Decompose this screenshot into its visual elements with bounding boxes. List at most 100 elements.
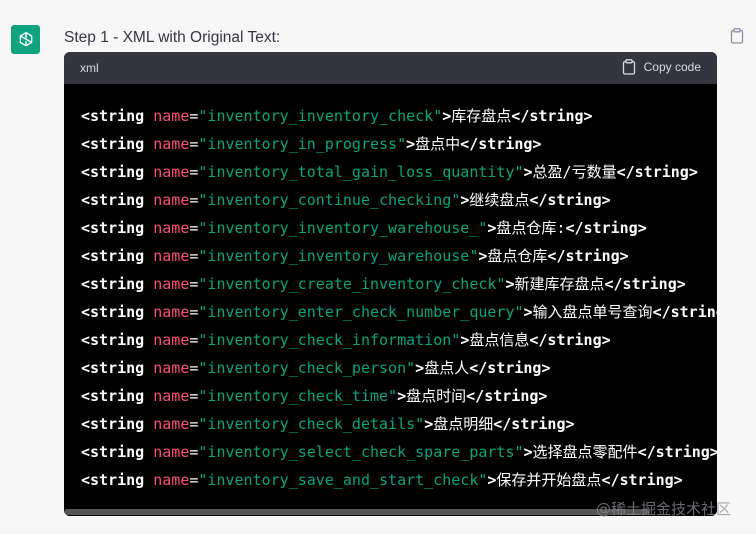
xml-open-tag: <string [81, 275, 154, 293]
xml-text-content: 盘点人 [424, 359, 470, 377]
xml-close-tag: </string> [466, 387, 548, 405]
xml-text-content: 盘点明细 [433, 415, 494, 433]
xml-text-content: 新建库存盘点 [514, 275, 605, 293]
xml-text-content: 盘点信息 [469, 331, 530, 349]
xml-tag-end: > [460, 331, 470, 349]
code-block: xml Copy code <string name="inventory_in… [64, 52, 717, 516]
xml-open-tag: <string [81, 191, 154, 209]
xml-open-tag: <string [81, 387, 154, 405]
code-body[interactable]: <string name="inventory_inventory_check"… [64, 84, 717, 508]
xml-close-tag: </string> [469, 359, 551, 377]
xml-open-tag: <string [81, 135, 154, 153]
xml-open-tag: <string [81, 471, 154, 489]
xml-tag-end: > [415, 359, 425, 377]
xml-attribute-name: name [153, 443, 190, 461]
code-block-header: xml Copy code [64, 52, 717, 84]
code-line: <string name="inventory_enter_check_numb… [81, 302, 717, 322]
xml-attribute-name: name [153, 303, 190, 321]
code-line: <string name="inventory_check_details">盘… [81, 414, 575, 434]
xml-tag-end: > [442, 107, 452, 125]
xml-open-tag: <string [81, 331, 154, 349]
xml-close-tag: </string> [637, 443, 717, 461]
clipboard-icon[interactable] [730, 28, 744, 44]
xml-close-tag: </string> [601, 471, 683, 489]
xml-attribute-name: name [153, 331, 190, 349]
xml-tag-end: > [460, 191, 470, 209]
clipboard-icon [622, 59, 635, 75]
xml-attribute-name: name [153, 275, 190, 293]
xml-attribute-value: "inventory_in_progress" [198, 135, 407, 153]
xml-tag-end: > [523, 443, 533, 461]
assistant-avatar [11, 25, 40, 54]
step-title: Step 1 - XML with Original Text: [64, 29, 281, 46]
xml-open-tag: <string [81, 443, 154, 461]
xml-attribute-value: "inventory_continue_checking" [198, 191, 461, 209]
xml-text-content: 盘点仓库 [487, 247, 548, 265]
xml-open-tag: <string [81, 219, 154, 237]
xml-open-tag: <string [81, 359, 154, 377]
xml-open-tag: <string [81, 247, 154, 265]
xml-text-content: 选择盘点零配件 [532, 443, 638, 461]
xml-open-tag: <string [81, 163, 154, 181]
xml-text-content: 继续盘点 [469, 191, 530, 209]
code-line: <string name="inventory_save_and_start_c… [81, 470, 683, 490]
xml-attribute-value: "inventory_select_check_spare_parts" [198, 443, 524, 461]
xml-text-content: 保存并开始盘点 [496, 471, 602, 489]
code-line: <string name="inventory_select_check_spa… [81, 442, 717, 462]
xml-tag-end: > [523, 163, 533, 181]
xml-attribute-name: name [153, 415, 190, 433]
xml-open-tag: <string [81, 107, 154, 125]
openai-logo-icon [19, 31, 32, 46]
xml-attribute-value: "inventory_check_person" [198, 359, 416, 377]
xml-attribute-name: name [153, 219, 190, 237]
xml-attribute-name: name [153, 163, 190, 181]
xml-close-tag: </string> [529, 331, 611, 349]
xml-attribute-value: "inventory_check_time" [198, 387, 398, 405]
code-line: <string name="inventory_total_gain_loss_… [81, 162, 698, 182]
xml-attribute-value: "inventory_create_inventory_check" [198, 275, 506, 293]
xml-close-tag: </string> [529, 191, 611, 209]
xml-attribute-name: name [153, 135, 190, 153]
scrollbar-thumb[interactable] [64, 509, 650, 515]
xml-text-content: 总盈/亏数量 [532, 163, 617, 181]
xml-close-tag: </string> [511, 107, 593, 125]
xml-close-tag: </string> [565, 219, 647, 237]
xml-attribute-value: "inventory_save_and_start_check" [198, 471, 488, 489]
xml-attribute-name: name [153, 191, 190, 209]
code-line: <string name="inventory_inventory_wareho… [81, 218, 647, 238]
chat-page: Step 1 - XML with Original Text: xml Cop… [0, 0, 756, 534]
code-line: <string name="inventory_check_person">盘点… [81, 358, 550, 378]
xml-attribute-value: "inventory_inventory_check" [198, 107, 443, 125]
xml-close-tag: </string> [460, 135, 542, 153]
xml-tag-end: > [523, 303, 533, 321]
copy-code-label: Copy code [643, 60, 701, 74]
xml-attribute-value: "inventory_enter_check_number_query" [198, 303, 524, 321]
xml-close-tag: </string> [493, 415, 575, 433]
xml-attribute-value: "inventory_inventory_warehouse_" [198, 219, 488, 237]
xml-close-tag: </string> [616, 163, 698, 181]
xml-close-tag: </string> [547, 247, 629, 265]
xml-text-content: 盘点仓库: [496, 219, 566, 237]
xml-attribute-name: name [153, 107, 190, 125]
xml-attribute-name: name [153, 359, 190, 377]
xml-tag-end: > [397, 387, 407, 405]
xml-attribute-value: "inventory_check_information" [198, 331, 461, 349]
xml-text-content: 库存盘点 [451, 107, 512, 125]
xml-close-tag: </string> [604, 275, 686, 293]
code-line: <string name="inventory_check_informatio… [81, 330, 611, 350]
code-line: <string name="inventory_inventory_wareho… [81, 246, 629, 266]
code-line: <string name="inventory_in_progress">盘点中… [81, 134, 541, 154]
xml-attribute-value: "inventory_total_gain_loss_quantity" [198, 163, 524, 181]
code-line: <string name="inventory_inventory_check"… [81, 106, 593, 126]
code-line: <string name="inventory_create_inventory… [81, 274, 686, 294]
watermark: @稀土掘金技术社区 [596, 500, 732, 518]
xml-attribute-value: "inventory_inventory_warehouse" [198, 247, 479, 265]
xml-attribute-name: name [153, 387, 190, 405]
xml-attribute-name: name [153, 247, 190, 265]
code-language-label: xml [80, 61, 99, 75]
xml-close-tag: </string> [652, 303, 717, 321]
xml-open-tag: <string [81, 415, 154, 433]
xml-attribute-name: name [153, 471, 190, 489]
copy-code-button[interactable]: Copy code [622, 59, 701, 75]
code-line: <string name="inventory_check_time">盘点时间… [81, 386, 547, 406]
